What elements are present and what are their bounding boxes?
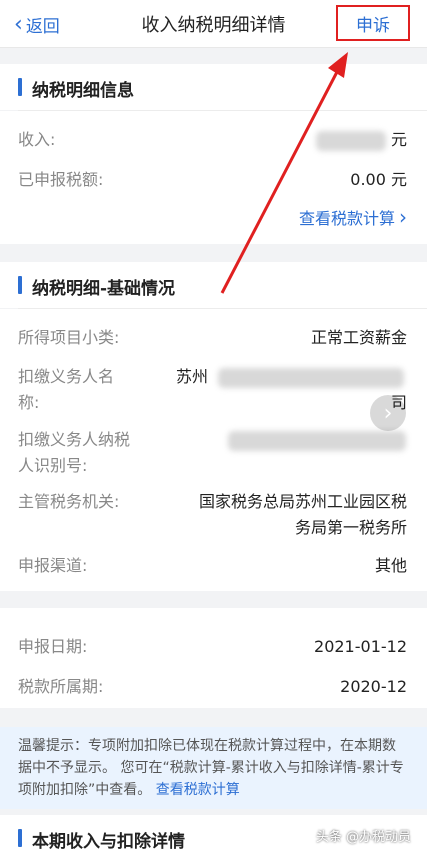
income-subcategory-value: 正常工资薪金 <box>310 328 407 347</box>
withholder-name-label-line1: 扣缴义务人名 <box>18 367 115 386</box>
declare-date-label: 申报日期: <box>18 637 88 656</box>
withholder-name-value-line1: 苏州 <box>176 367 209 386</box>
declaration-card: 申报日期: 2021-01-12 税款所属期: 2020-12 <box>0 608 427 708</box>
redacted-withholder-name <box>218 368 404 388</box>
tax-period-value: 2020-12 <box>340 677 407 696</box>
declare-date-value: 2021-01-12 <box>314 637 407 656</box>
withholder-id-label-line1: 扣缴义务人纳税 <box>18 430 131 449</box>
tax-detail-card: 收入: 元 已申报税额: 0.00 元 查看税款计算 › <box>0 111 427 244</box>
tax-authority-value-line2: 务局第一税务所 <box>294 518 407 537</box>
chevron-left-icon: ‹ <box>14 11 23 37</box>
section-header-tax-detail: 纳税明细信息 <box>0 64 427 110</box>
chevron-right-icon: › <box>399 205 407 229</box>
notice-box: 温馨提示：专项附加扣除已体现在税款计算过程中，在本期数据中不予显示。 您可在“税… <box>0 727 427 809</box>
channel-value: 其他 <box>374 556 407 575</box>
view-tax-calc-label: 查看税款计算 <box>298 209 395 228</box>
navigation-bar: ‹ 返回 收入纳税明细详情 申诉 <box>0 0 427 48</box>
channel-label: 申报渠道: <box>18 556 88 575</box>
back-button[interactable]: ‹ 返回 <box>14 12 60 37</box>
section-title: 纳税明细-基础情况 <box>32 279 176 299</box>
income-label: 收入: <box>18 130 56 149</box>
chevron-right-icon[interactable]: › <box>370 395 406 431</box>
redacted-withholder-id <box>228 431 406 451</box>
withholder-id-label-line2: 人识别号: <box>18 456 88 475</box>
basic-info-card: 所得项目小类: 正常工资薪金 扣缴义务人名 称: 苏州 司 扣缴义务人纳税 人识… <box>0 309 427 591</box>
redacted-income <box>316 131 386 151</box>
tax-authority-label: 主管税务机关: <box>18 492 120 511</box>
income-subcategory-label: 所得项目小类: <box>18 328 120 347</box>
declared-tax-value: 0.00 元 <box>350 170 407 189</box>
appeal-button[interactable]: 申诉 <box>336 5 410 41</box>
watermark: 头条 @办税动员 <box>315 830 411 845</box>
income-unit: 元 <box>390 130 407 149</box>
view-tax-calc-link[interactable]: 查看税款计算 › <box>299 205 407 229</box>
section-header-basic-info: 纳税明细-基础情况 <box>0 262 427 308</box>
back-label: 返回 <box>25 17 60 37</box>
withholder-name-label-line2: 称: <box>18 393 40 412</box>
section-marker <box>18 829 22 847</box>
section-marker <box>18 276 22 294</box>
section-title: 本期收入与扣除详情 <box>32 832 185 852</box>
section-marker <box>18 78 22 96</box>
declared-tax-label: 已申报税额: <box>18 170 104 189</box>
notice-tax-calc-link[interactable]: 查看税款计算 <box>156 782 240 798</box>
tax-authority-value-line1: 国家税务总局苏州工业园区税 <box>198 492 407 511</box>
tax-period-label: 税款所属期: <box>18 677 104 696</box>
section-title: 纳税明细信息 <box>32 81 134 101</box>
